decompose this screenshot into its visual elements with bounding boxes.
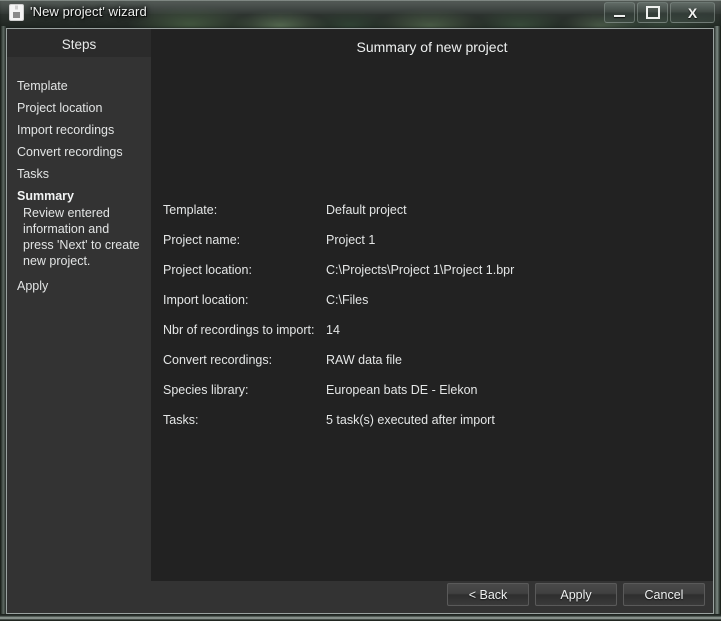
wizard-button-bar: < Back Apply Cancel	[7, 581, 713, 613]
steps-list: Template Project location Import recordi…	[17, 79, 151, 301]
sidebar-item-summary[interactable]: Summary	[17, 189, 151, 203]
sidebar-item-tasks[interactable]: Tasks	[17, 167, 151, 181]
sidebar-active-step-description: Review entered information and press 'Ne…	[23, 206, 140, 268]
window-client-area: Steps Template Project location Import r…	[6, 28, 714, 614]
summary-table: Template: Default project Project name: …	[163, 203, 703, 443]
steps-sidebar: Steps Template Project location Import r…	[7, 29, 151, 581]
summary-value: Default project	[326, 203, 407, 217]
summary-label: Species library:	[163, 383, 249, 397]
summary-label: Nbr of recordings to import:	[163, 323, 315, 337]
client-inner: Steps Template Project location Import r…	[7, 29, 713, 613]
window-controls: X	[602, 2, 715, 24]
summary-value: Project 1	[326, 233, 376, 247]
summary-label: Project location:	[163, 263, 252, 277]
summary-label: Tasks:	[163, 413, 199, 427]
summary-row: Project location: C:\Projects\Project 1\…	[163, 263, 703, 293]
sidebar-item-import-recordings[interactable]: Import recordings	[17, 123, 151, 137]
summary-value: RAW data file	[326, 353, 402, 367]
minimize-icon	[614, 14, 625, 17]
summary-row: Import location: C:\Files	[163, 293, 703, 323]
sidebar-item-convert-recordings[interactable]: Convert recordings	[17, 145, 151, 159]
app-floppy-icon	[9, 4, 24, 21]
steps-heading: Steps	[61, 37, 97, 52]
summary-value: European bats DE - Elekon	[326, 383, 478, 397]
summary-row: Species library: European bats DE - Elek…	[163, 383, 703, 413]
sidebar-item-project-location[interactable]: Project location	[17, 101, 151, 115]
summary-row: Template: Default project	[163, 203, 703, 233]
window-frame-left	[0, 26, 6, 621]
window-frame-bottom	[0, 614, 721, 621]
summary-label: Import location:	[163, 293, 249, 307]
apply-button[interactable]: Apply	[535, 583, 617, 606]
summary-row: Project name: Project 1	[163, 233, 703, 263]
sidebar-item-apply[interactable]: Apply	[17, 279, 151, 293]
wizard-buttons: < Back Apply Cancel	[441, 583, 705, 606]
cancel-button[interactable]: Cancel	[623, 583, 705, 606]
title-bar[interactable]: 'New project' wizard X	[0, 0, 721, 28]
window-title: 'New project' wizard	[30, 4, 147, 19]
summary-label: Project name:	[163, 233, 241, 247]
maximize-icon	[645, 6, 660, 19]
content-panel: Summary of new project Template: Default…	[151, 29, 713, 581]
summary-row: Tasks: 5 task(s) executed after import	[163, 413, 703, 443]
close-button[interactable]: X	[670, 2, 715, 23]
page-title: Summary of new project	[356, 39, 508, 55]
summary-label: Convert recordings:	[163, 353, 273, 367]
maximize-button[interactable]	[637, 2, 668, 23]
minimize-button[interactable]	[604, 2, 635, 23]
summary-value: C:\Files	[326, 293, 369, 307]
back-button[interactable]: < Back	[447, 583, 529, 606]
summary-value: C:\Projects\Project 1\Project 1.bpr	[326, 263, 515, 277]
summary-row: Convert recordings: RAW data file	[163, 353, 703, 383]
window-frame-right	[714, 26, 721, 621]
summary-value: 5 task(s) executed after import	[326, 413, 495, 427]
sidebar-item-template[interactable]: Template	[17, 79, 151, 93]
summary-value: 14	[326, 323, 340, 337]
summary-label: Template:	[163, 203, 218, 217]
wizard-window: 'New project' wizard X Steps Template Pr…	[0, 0, 721, 621]
summary-row: Nbr of recordings to import: 14	[163, 323, 703, 353]
close-icon: X	[687, 4, 698, 21]
